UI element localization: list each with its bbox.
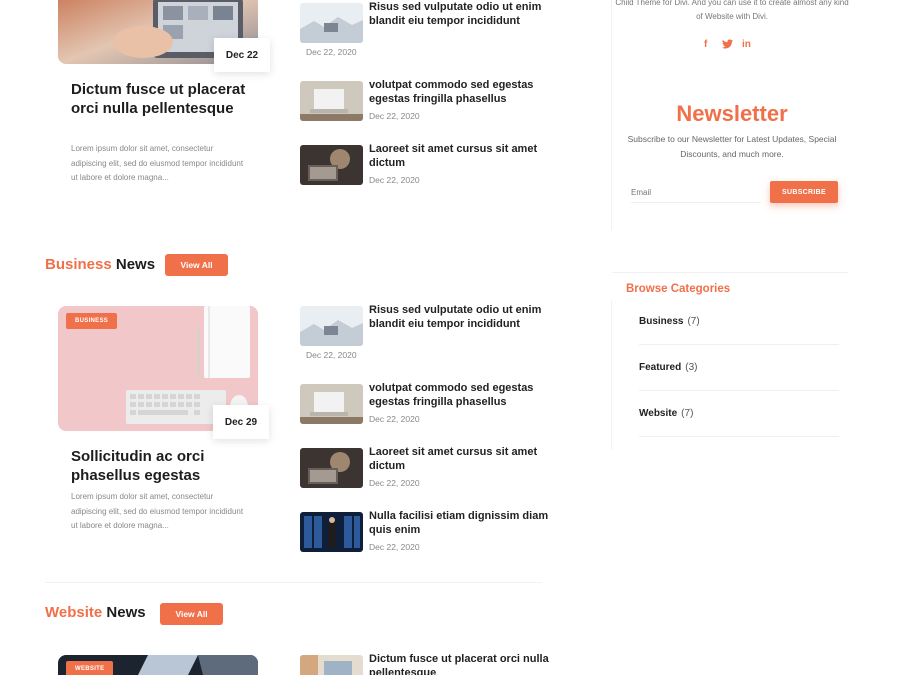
newsletter-title: Newsletter	[676, 101, 788, 126]
view-all-button[interactable]: View All	[160, 603, 223, 625]
about-text: Child Theme for Divi. And you can use it…	[615, 0, 849, 21]
category-count: (7)	[681, 408, 694, 419]
featured-post-excerpt: Lorem ipsum dolor sit amet, consectetur …	[71, 492, 244, 530]
featured-post-title[interactable]: Dictum fusce ut placerat orci nulla pell…	[71, 80, 251, 118]
post-thumbnail[interactable]	[300, 512, 363, 552]
post-thumbnail[interactable]	[300, 448, 363, 488]
post-date: Dec 22, 2020	[306, 47, 357, 57]
post-title[interactable]: Nulla facilisi etiam dignissim diam quis…	[369, 509, 554, 537]
post-title[interactable]: volutpat commodo sed egestas egestas fri…	[369, 78, 554, 106]
post-title[interactable]: Dictum fusce ut placerat orci nulla pell…	[369, 652, 554, 675]
post-thumbnail[interactable]	[300, 145, 363, 185]
post-title[interactable]: Laoreet sit amet cursus sit amet dictum	[369, 142, 554, 170]
category-name: Featured	[639, 362, 682, 373]
heading-rest: News	[115, 256, 156, 273]
post-date: Dec 22, 2020	[369, 542, 420, 552]
post-title[interactable]: Laoreet sit amet cursus sit amet dictum	[369, 445, 554, 473]
heading-rest: News	[106, 604, 146, 621]
post-date: Dec 22, 2020	[306, 350, 357, 360]
view-all-button[interactable]: View All	[165, 254, 228, 276]
date-text: Dec 22	[225, 49, 259, 61]
category-item[interactable]: Website (7)	[639, 391, 839, 437]
post-title[interactable]: Risus sed vulputate odio ut enim blandit…	[369, 303, 554, 331]
category-name: Business	[639, 316, 684, 327]
post-date: Dec 22, 2020	[369, 478, 420, 488]
category-badge[interactable]: BUSINESS	[66, 313, 118, 329]
sidebar-divider	[611, 300, 612, 450]
category-item[interactable]: Featured (3)	[639, 345, 839, 391]
post-thumbnail[interactable]	[300, 3, 363, 43]
facebook-icon[interactable]: f	[704, 39, 707, 50]
section-heading-website: Website News	[45, 604, 146, 621]
category-name: Website	[639, 408, 678, 419]
post-title[interactable]: Risus sed vulputate odio ut enim blandit…	[369, 0, 554, 28]
post-date: Dec 22, 2020	[369, 111, 420, 121]
linkedin-icon[interactable]: in	[742, 39, 751, 50]
heading-accent: Business	[45, 256, 112, 273]
twitter-icon[interactable]	[722, 39, 733, 52]
featured-post-title[interactable]: Sollicitudin ac orci phasellus egestas	[71, 447, 251, 485]
heading-accent: Website	[45, 604, 103, 621]
date-text: Dec 29	[224, 416, 258, 428]
sidebar-divider	[612, 272, 848, 273]
categories-title: Browse Categories	[626, 283, 731, 295]
subscribe-button[interactable]: SUBSCRIBE	[770, 181, 838, 203]
featured-date-badge: Dec 22	[214, 38, 270, 72]
newsletter-description: Subscribe to our Newsletter for Latest U…	[627, 134, 837, 159]
featured-post-excerpt: Lorem ipsum dolor sit amet, consectetur …	[71, 144, 244, 182]
post-date: Dec 22, 2020	[369, 175, 420, 185]
section-heading-business: Business News	[45, 256, 155, 273]
post-thumbnail[interactable]	[300, 655, 363, 675]
post-thumbnail[interactable]	[300, 306, 363, 346]
category-count: (7)	[687, 316, 700, 327]
category-count: (3)	[685, 362, 698, 373]
category-badge[interactable]: WEBSITE	[66, 661, 114, 675]
post-title[interactable]: volutpat commodo sed egestas egestas fri…	[369, 381, 554, 409]
featured-date-badge: Dec 29	[213, 405, 269, 439]
post-thumbnail[interactable]	[300, 384, 363, 424]
email-input[interactable]	[631, 183, 761, 203]
post-date: Dec 22, 2020	[369, 414, 420, 424]
post-thumbnail[interactable]	[300, 81, 363, 121]
category-item[interactable]: Business (7)	[639, 299, 839, 345]
section-divider	[45, 582, 542, 583]
